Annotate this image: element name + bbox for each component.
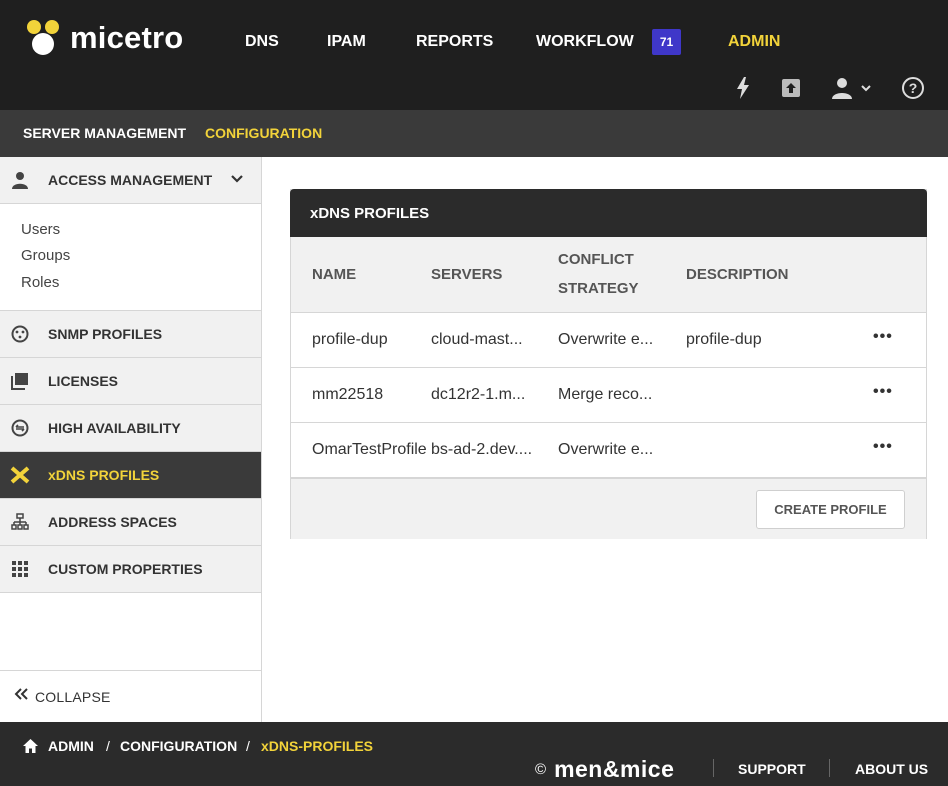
upload-box-icon[interactable] — [780, 74, 802, 102]
cell-name: OmarTestProfile — [312, 441, 427, 458]
micetro-logo-icon — [27, 20, 59, 55]
sidebar-item-access-management[interactable]: ACCESS MANAGEMENT — [0, 157, 261, 204]
cell-strategy: Overwrite e... — [558, 331, 654, 348]
panel-footer: CREATE PROFILE — [291, 478, 926, 539]
cell-description: profile-dup — [686, 331, 762, 348]
sidebar-item-label: CUSTOM PROPERTIES — [48, 561, 203, 577]
user-icon — [832, 78, 852, 99]
table-header: NAME SERVERS CONFLICT STRATEGY DESCRIPTI… — [291, 237, 926, 313]
sidebar-item-label: xDNS PROFILES — [48, 467, 160, 483]
sidebar-item-xdns-profiles[interactable]: xDNS PROFILES — [0, 452, 261, 499]
about-us-link[interactable]: ABOUT US — [855, 761, 928, 777]
column-header-name[interactable]: NAME — [312, 266, 356, 283]
nav-dns[interactable]: DNS — [245, 33, 279, 51]
breadcrumb-separator: / — [106, 738, 110, 754]
breadcrumb-admin[interactable]: ADMIN — [48, 738, 94, 754]
xdns-profiles-panel: xDNS PROFILES NAME SERVERS CONFLICT STRA… — [290, 189, 927, 539]
sidebar-item-address-spaces[interactable]: ADDRESS SPACES — [0, 499, 261, 546]
nav-ipam[interactable]: IPAM — [327, 33, 366, 51]
collapse-label: COLLAPSE — [35, 688, 111, 705]
sidebar-item-label: SNMP PROFILES — [48, 326, 163, 342]
breadcrumb-xdns-profiles: xDNS-PROFILES — [261, 738, 374, 754]
lightning-icon[interactable] — [734, 74, 752, 102]
row-menu-button[interactable]: ••• — [873, 383, 893, 401]
column-header-conflict[interactable]: CONFLICT — [558, 251, 634, 268]
collapse-sidebar-button[interactable]: COLLAPSE — [0, 670, 261, 722]
cell-name: mm22518 — [312, 386, 384, 403]
cell-strategy: Overwrite e... — [558, 441, 654, 458]
sidebar-subitem-roles[interactable]: Roles — [21, 274, 59, 291]
sidebar-item-custom-properties[interactable]: CUSTOM PROPERTIES — [0, 546, 261, 593]
footer-divider — [713, 759, 714, 777]
logo-text: micetro — [70, 20, 184, 55]
svg-text:?: ? — [909, 80, 918, 96]
column-header-description[interactable]: DESCRIPTION — [686, 266, 789, 283]
create-profile-button[interactable]: CREATE PROFILE — [756, 490, 905, 529]
high-availability-icon — [10, 418, 30, 438]
cell-servers: dc12r2-1.m... — [431, 386, 526, 403]
sidebar-item-label: HIGH AVAILABILITY — [48, 420, 181, 436]
help-icon[interactable]: ? — [900, 74, 926, 102]
sub-nav: SERVER MANAGEMENT CONFIGURATION — [0, 110, 948, 157]
cell-servers: bs-ad-2.dev.... — [431, 441, 533, 458]
workflow-count-badge: 71 — [652, 29, 681, 55]
custom-properties-icon — [10, 559, 30, 579]
nav-reports[interactable]: REPORTS — [416, 33, 493, 51]
men-and-mice-brand[interactable]: © men&mice — [535, 756, 674, 783]
sidebar-item-licenses[interactable]: LICENSES — [0, 358, 261, 405]
home-icon[interactable] — [22, 738, 39, 759]
access-management-submenu: Users Groups Roles — [0, 204, 261, 311]
top-bar: micetro DNS IPAM REPORTS WORKFLOW ADMIN … — [0, 0, 948, 110]
row-menu-button[interactable]: ••• — [873, 328, 893, 346]
copyright-symbol: © — [535, 761, 547, 778]
breadcrumb-configuration[interactable]: CONFIGURATION — [120, 738, 237, 754]
sidebar-item-snmp-profiles[interactable]: SNMP PROFILES — [0, 311, 261, 358]
sidebar-item-label: ACCESS MANAGEMENT — [48, 172, 213, 188]
column-header-servers[interactable]: SERVERS — [431, 266, 502, 283]
cell-name: profile-dup — [312, 331, 388, 348]
sidebar-subitem-users[interactable]: Users — [21, 221, 60, 238]
row-menu-button[interactable]: ••• — [873, 438, 893, 456]
user-icon — [10, 170, 30, 190]
address-spaces-icon — [10, 512, 30, 532]
sidebar: ACCESS MANAGEMENT Users Groups Roles SNM… — [0, 157, 262, 722]
chevron-down-icon — [861, 85, 871, 92]
xdns-icon — [10, 465, 30, 485]
panel-header: xDNS PROFILES — [290, 189, 927, 237]
breadcrumb-separator: / — [246, 738, 250, 754]
column-header-strategy[interactable]: STRATEGY — [558, 280, 639, 297]
micetro-logo[interactable]: micetro — [24, 18, 183, 58]
footer: ADMIN / CONFIGURATION / xDNS-PROFILES © … — [0, 722, 948, 786]
sidebar-item-high-availability[interactable]: HIGH AVAILABILITY — [0, 405, 261, 452]
chevron-down-icon — [230, 171, 244, 190]
table-row[interactable]: profile-dup cloud-mast... Overwrite e...… — [291, 313, 926, 368]
panel-title: xDNS PROFILES — [310, 205, 430, 222]
table-row[interactable]: OmarTestProfile bs-ad-2.dev.... Overwrit… — [291, 423, 926, 478]
subnav-configuration[interactable]: CONFIGURATION — [205, 125, 322, 141]
user-menu[interactable] — [828, 74, 874, 102]
snmp-icon — [10, 324, 30, 344]
double-chevron-left-icon — [13, 687, 29, 706]
sidebar-item-label: ADDRESS SPACES — [48, 514, 177, 530]
subnav-server-management[interactable]: SERVER MANAGEMENT — [23, 125, 186, 141]
sidebar-subitem-groups[interactable]: Groups — [21, 247, 70, 264]
nav-workflow[interactable]: WORKFLOW — [536, 33, 634, 51]
footer-divider — [829, 759, 830, 777]
brand-name: men&mice — [554, 756, 675, 782]
cell-strategy: Merge reco... — [558, 386, 653, 403]
cell-servers: cloud-mast... — [431, 331, 523, 348]
table-row[interactable]: mm22518 dc12r2-1.m... Merge reco... ••• — [291, 368, 926, 423]
support-link[interactable]: SUPPORT — [738, 761, 806, 777]
licenses-icon — [10, 371, 30, 391]
nav-admin[interactable]: ADMIN — [728, 33, 780, 51]
sidebar-item-label: LICENSES — [48, 373, 119, 389]
